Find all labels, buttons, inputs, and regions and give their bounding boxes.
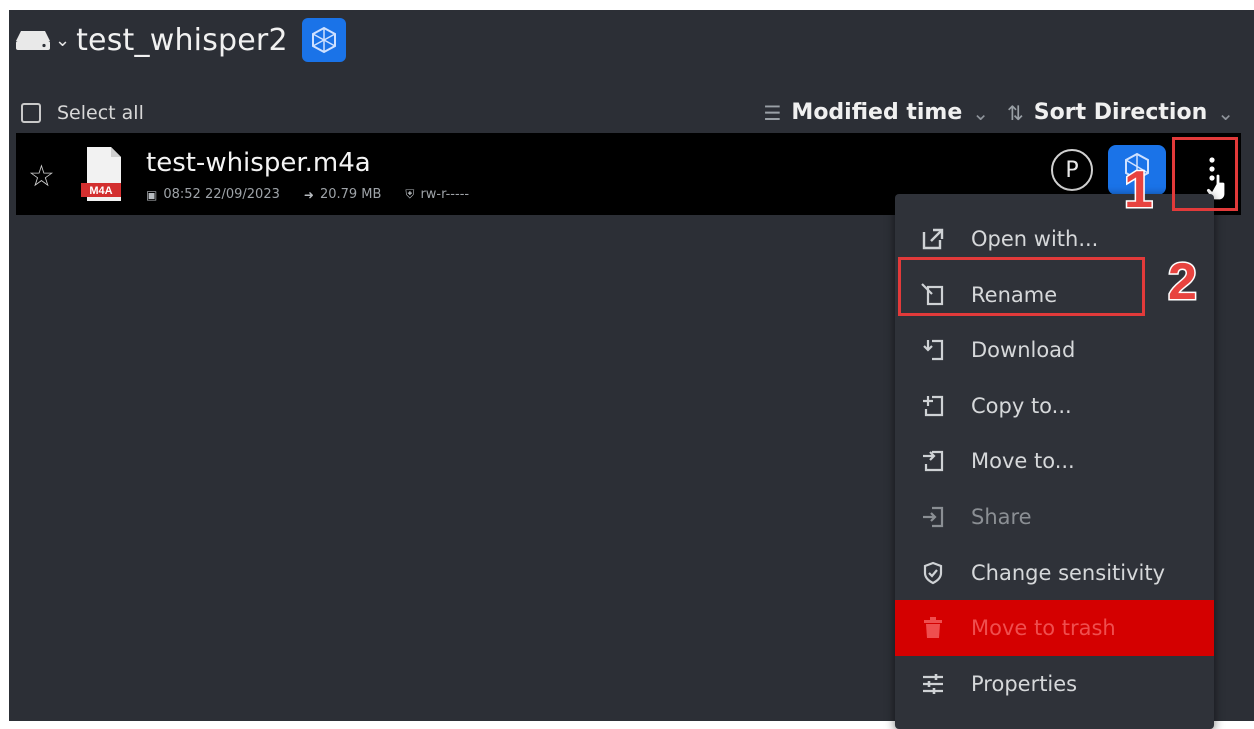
chevron-down-icon[interactable]: ⌄ [972,101,989,125]
chevron-down-icon[interactable]: ⌄ [1217,101,1234,125]
menu-item-label: Open with... [971,227,1099,251]
modified-time-value: 08:52 22/09/2023 [163,187,280,202]
menu-item-properties[interactable]: Properties [895,656,1214,712]
permissions: ⛨ rw-r----- [405,187,469,202]
menu-item-copy-to[interactable]: Copy to... [895,378,1214,434]
shield-check-icon [917,560,949,586]
menu-item-label: Change sensitivity [971,560,1166,585]
file-type-badge: M4A [89,185,112,197]
menu-item-share: Share [895,489,1214,545]
select-all[interactable]: Select all [21,102,144,124]
modified-time: ▣ 08:52 22/09/2023 [146,187,280,202]
sort-controls: ☰ Modified time ⌄ ⇅ Sort Direction ⌄ [763,100,1234,125]
file-meta: ▣ 08:52 22/09/2023 ➜ 20.79 MB ⛨ rw-r----… [146,187,493,202]
highlight-box-step2 [898,257,1145,316]
header: ⌄ test_whisper2 [15,18,346,62]
ruler-icon: ➜ [303,187,314,202]
highlight-box-step1 [1172,137,1238,211]
menu-item-download[interactable]: Download [895,322,1214,378]
file-size: ➜ 20.79 MB [304,187,382,202]
shield-icon: ⛨ [405,187,415,201]
trash-icon [917,615,949,641]
menu-item-move-to[interactable]: Move to... [895,433,1214,489]
sliders-icon [917,671,949,697]
select-all-checkbox[interactable] [21,103,41,123]
menu-item-change-sensitivity[interactable]: Change sensitivity [895,545,1214,601]
move-icon [917,448,949,474]
share-icon [917,504,949,530]
file-name[interactable]: test-whisper.m4a [146,148,371,178]
file-browser: ⌄ test_whisper2 Select all ☰ Modified ti… [9,10,1254,729]
calendar-icon: ▣ [146,187,158,202]
sort-direction-dropdown[interactable]: Sort Direction [1034,100,1207,125]
drive-icon[interactable] [15,29,51,51]
copy-icon [917,393,949,419]
menu-item-label: Move to trash [971,616,1116,641]
audio-file-icon: M4A [81,147,125,201]
avatar[interactable]: P [1051,149,1093,191]
file-size-value: 20.79 MB [319,187,382,202]
select-all-label: Select all [57,102,144,124]
list-toolbar: Select all ☰ Modified time ⌄ ⇅ Sort Dire… [9,96,1254,132]
star-icon[interactable]: ☆ [28,159,55,194]
menu-item-label: Properties [971,671,1078,696]
sort-order-icon: ⇅ [1007,100,1024,125]
sort-field-dropdown[interactable]: Modified time [791,100,962,125]
menu-item-label: Download [971,338,1076,363]
menu-item-label: Move to... [971,449,1075,474]
chevron-down-icon[interactable]: ⌄ [55,30,70,51]
menu-item-label: Share [971,505,1032,529]
page-title: test_whisper2 [76,22,288,58]
menu-item-move-to-trash[interactable]: Move to trash [895,600,1214,657]
download-icon [917,337,949,363]
permissions-value: rw-r----- [420,187,470,202]
step-1-label: 1 [1123,160,1155,221]
step-2-label: 2 [1167,252,1199,313]
menu-item-label: Copy to... [971,393,1072,418]
open-external-icon [917,226,949,252]
sliders-icon: ☰ [763,100,782,125]
cube-icon [301,18,346,62]
